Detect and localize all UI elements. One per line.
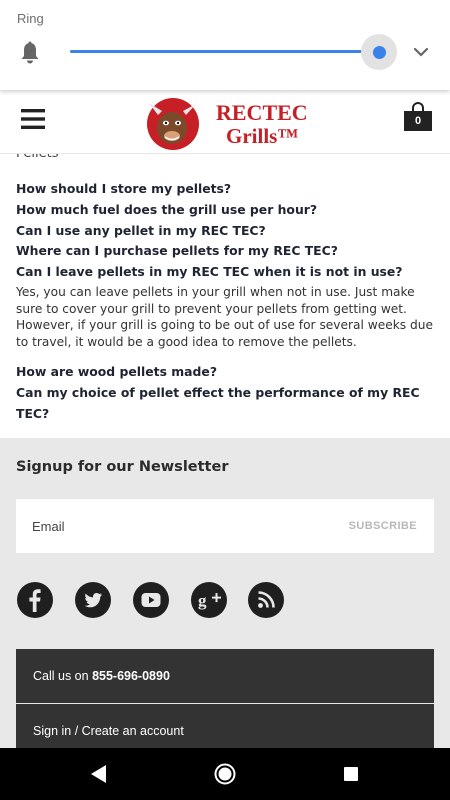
faq-list: How should I store my pellets? How much … <box>16 179 436 425</box>
call-us-label: Call us on <box>33 669 93 683</box>
logo-text-grills: Grills™ <box>226 124 298 148</box>
system-nav-bar <box>0 748 450 800</box>
site-header: RECTEC Grills™ 0 <box>0 90 450 154</box>
home-icon[interactable] <box>214 763 236 785</box>
facebook-icon[interactable] <box>17 582 53 618</box>
menu-icon[interactable] <box>21 109 45 129</box>
call-us-row[interactable]: Call us on 855-696-0890 <box>16 649 434 703</box>
faq-question[interactable]: How should I store my pellets? <box>16 179 436 200</box>
footer: Signup for our Newsletter SUBSCRIBE g Ca… <box>0 438 450 758</box>
youtube-icon[interactable] <box>133 582 169 618</box>
newsletter-title: Signup for our Newsletter <box>16 459 229 475</box>
faq-question[interactable]: How are wood pellets made? <box>16 362 436 383</box>
logo-text-rectec: RECTEC <box>216 100 306 125</box>
faq-question[interactable]: Can my choice of pellet effect the perfo… <box>16 383 436 425</box>
svg-text:g: g <box>198 591 207 610</box>
twitter-icon[interactable] <box>75 582 111 618</box>
google-plus-icon[interactable]: g <box>191 582 227 618</box>
faq-question[interactable]: Can I leave pellets in my REC TEC when i… <box>16 262 436 283</box>
bell-icon[interactable] <box>19 41 41 65</box>
signin-link[interactable]: Sign in / Create an account <box>33 724 184 738</box>
newsletter-form: SUBSCRIBE <box>16 499 434 553</box>
faq-question[interactable]: Can I use any pellet in my REC TEC? <box>16 221 436 242</box>
recents-icon[interactable] <box>344 767 358 781</box>
faq-question[interactable]: Where can I purchase pellets for my REC … <box>16 241 436 262</box>
subscribe-button[interactable]: SUBSCRIBE <box>349 520 417 532</box>
back-icon[interactable] <box>90 764 108 784</box>
phone-number[interactable]: 855-696-0890 <box>92 669 170 683</box>
faq-question[interactable]: How much fuel does the grill use per hou… <box>16 200 436 221</box>
chevron-down-icon[interactable] <box>412 45 430 59</box>
cart-count: 0 <box>414 115 422 127</box>
volume-slider-track[interactable] <box>70 50 380 53</box>
volume-slider-thumb[interactable] <box>373 46 386 59</box>
volume-panel: Ring <box>0 0 450 90</box>
newsletter-email-input[interactable] <box>32 499 332 553</box>
faq-answer: Yes, you can leave pellets in your grill… <box>16 284 433 349</box>
rectec-logo[interactable]: RECTEC Grills™ <box>146 93 306 151</box>
volume-stream-title: Ring <box>17 11 44 26</box>
rss-icon[interactable] <box>248 582 284 618</box>
